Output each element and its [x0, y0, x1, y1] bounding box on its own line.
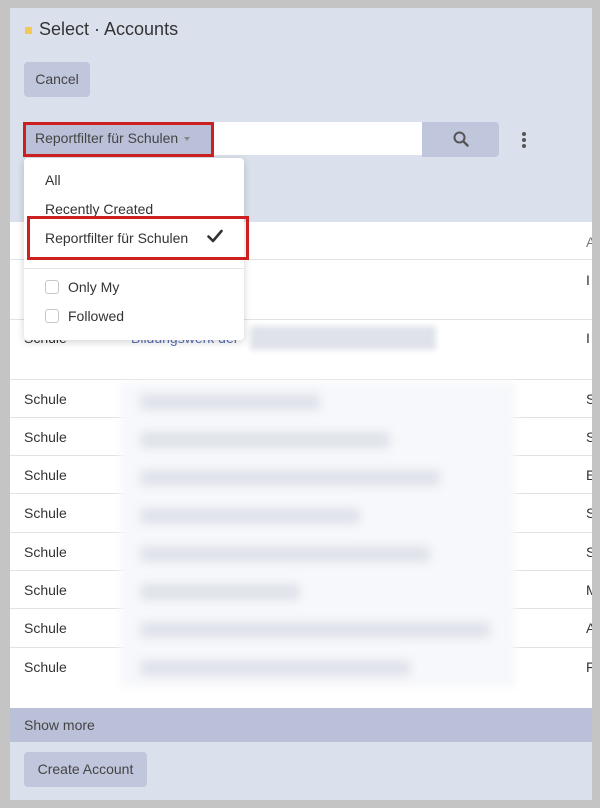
checkmark-icon — [207, 229, 223, 243]
redacted-names-block — [120, 382, 515, 687]
page-title: Select · Accounts — [39, 19, 179, 39]
cancel-button[interactable]: Cancel — [24, 62, 90, 97]
cell-partial: I — [586, 272, 590, 288]
cell-partial: S — [586, 544, 592, 560]
cell-partial: F — [586, 659, 592, 675]
redacted-text — [140, 622, 490, 638]
account-type: Schule — [24, 505, 67, 521]
only-my-checkbox[interactable] — [45, 280, 59, 294]
redacted-text — [140, 660, 410, 676]
only-my-label[interactable]: Only My — [68, 279, 119, 295]
filter-dropdown-label: Reportfilter für Schulen — [35, 130, 179, 146]
caret-down-icon — [184, 137, 191, 142]
account-type: Schule — [24, 582, 67, 598]
account-type: Schule — [24, 544, 67, 560]
cell-partial: S — [586, 391, 592, 407]
modal-header: Select · Accounts — [10, 8, 592, 52]
redacted-text — [140, 432, 390, 448]
redacted-text — [250, 326, 436, 350]
more-options-icon[interactable] — [514, 130, 534, 150]
filter-dropdown-button[interactable]: Reportfilter für Schulen — [24, 122, 214, 155]
redacted-text — [140, 508, 360, 524]
account-type: Schule — [24, 429, 67, 445]
dropdown-item-all[interactable]: All — [45, 172, 61, 188]
search-input[interactable] — [214, 122, 422, 155]
cell-partial: S — [586, 505, 592, 521]
redacted-text — [140, 546, 430, 562]
title-marker-icon — [25, 27, 32, 34]
cell-partial: E — [586, 467, 592, 483]
redacted-text — [140, 394, 320, 410]
followed-label[interactable]: Followed — [68, 308, 124, 324]
account-type: Schule — [24, 659, 67, 675]
column-header-partial: A — [586, 234, 592, 250]
cell-partial: A — [586, 620, 592, 636]
followed-checkbox[interactable] — [45, 309, 59, 323]
account-type: Schule — [24, 620, 67, 636]
cell-partial: M — [586, 582, 592, 598]
create-account-button[interactable]: Create Account — [24, 752, 147, 787]
dropdown-item-recently-created[interactable]: Recently Created — [45, 201, 153, 217]
cell-partial: I — [586, 330, 590, 346]
search-field-wrapper: Reportfilter für Schulen — [24, 122, 434, 155]
filter-dropdown-menu: All Recently Created Reportfilter für Sc… — [24, 158, 244, 340]
show-more-button[interactable]: Show more — [10, 708, 592, 742]
cell-partial: S — [586, 429, 592, 445]
dropdown-item-reportfilter[interactable]: Reportfilter für Schulen — [45, 230, 188, 246]
select-accounts-modal: Select · Accounts Cancel Reportfilter fü… — [10, 8, 592, 800]
dropdown-divider — [24, 268, 244, 269]
redacted-text — [140, 470, 440, 486]
redacted-text — [140, 584, 300, 600]
account-type: Schule — [24, 467, 67, 483]
account-type: Schule — [24, 391, 67, 407]
search-button[interactable] — [422, 122, 499, 157]
search-icon — [453, 131, 469, 147]
